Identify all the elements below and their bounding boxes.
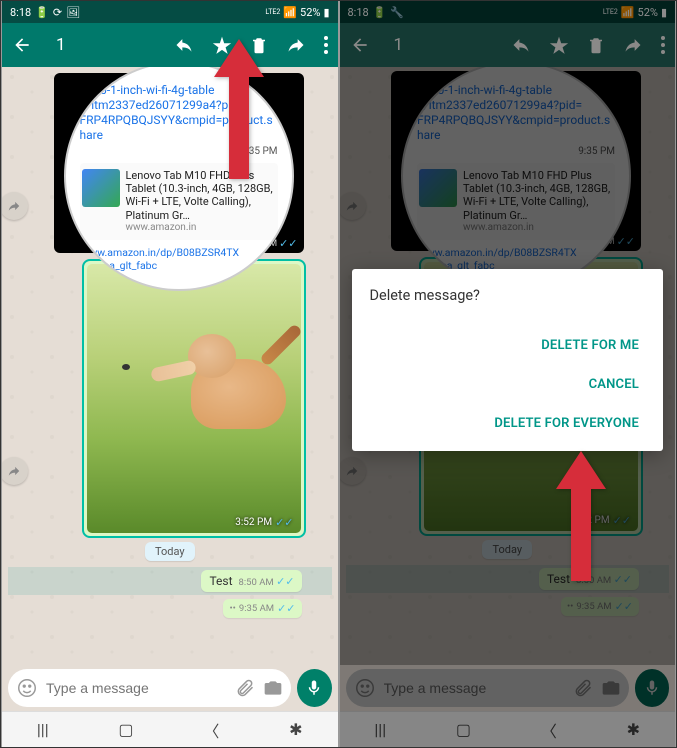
- mini-time: 9:35 AM: [239, 603, 274, 614]
- cancel-button[interactable]: CANCEL: [583, 365, 645, 404]
- photo-content: 3:52 PM ✓✓: [87, 264, 301, 533]
- battery-icon: ▮: [323, 6, 329, 19]
- tutorial-arrow-delete-everyone: [556, 451, 616, 585]
- delete-dialog: Delete message? DELETE FOR ME CANCEL DEL…: [352, 269, 664, 451]
- share-photo-button[interactable]: [2, 457, 28, 485]
- battery-percent: 52%: [300, 6, 320, 19]
- lte-label: LTE2: [265, 8, 280, 16]
- read-checks-icon: ✓✓: [279, 237, 297, 250]
- back-button[interactable]: 〈: [203, 718, 219, 742]
- photo-time: 3:52 PM: [235, 517, 272, 528]
- preview-domain: www.amazon.in: [126, 222, 276, 234]
- test-message[interactable]: Test 8:50 AM ✓✓: [201, 570, 301, 592]
- status-time: 8:18: [10, 6, 31, 19]
- camera-icon[interactable]: [263, 678, 283, 698]
- photo-message-selected[interactable]: 3:52 PM ✓✓: [84, 261, 304, 536]
- amazon-link-l1: www.amazon.in/dp/B08BZSR4TX: [80, 240, 278, 259]
- selection-count: 1: [56, 35, 66, 55]
- battery-small-icon: 🔋: [35, 6, 49, 19]
- read-checks-icon: ✓✓: [275, 516, 293, 529]
- forward-icon[interactable]: [286, 35, 306, 55]
- attach-icon[interactable]: [235, 678, 255, 698]
- read-checks-icon: ✓✓: [276, 575, 294, 588]
- test-text: Test: [209, 574, 232, 588]
- tutorial-arrow-delete-icon: [214, 39, 274, 183]
- more-icon[interactable]: [324, 36, 328, 54]
- selected-row-highlight: Test 8:50 AM ✓✓: [8, 567, 332, 595]
- collapsed-message[interactable]: •• 9:35 AM ✓✓: [223, 599, 301, 618]
- screenshot-right: 8:18 🔋 🔧 LTE2 📶 52% ▮ 1: [339, 1, 677, 747]
- accessibility-button[interactable]: ✱: [289, 720, 302, 739]
- screenshot-left: 8:18 🔋 ⟳ 🖼 LTE2 📶 52% ▮ 1: [1, 1, 339, 747]
- recents-button[interactable]: |||: [37, 720, 49, 739]
- test-time: 8:50 AM: [239, 577, 274, 588]
- sync-icon: ⟳: [53, 6, 62, 19]
- status-bar: 8:18 🔋 ⟳ 🖼 LTE2 📶 52% ▮: [2, 1, 338, 23]
- reply-icon[interactable]: [174, 35, 194, 55]
- cat-image: [151, 319, 291, 439]
- emoji-icon[interactable]: [16, 677, 38, 699]
- message-input[interactable]: [46, 680, 227, 696]
- signal-icon: 📶: [283, 6, 297, 19]
- preview-thumb: [82, 169, 120, 207]
- mic-button[interactable]: [297, 669, 332, 707]
- bee-detail: [122, 364, 130, 370]
- dialog-title: Delete message?: [370, 287, 646, 304]
- delete-for-everyone-button[interactable]: DELETE FOR EVERYONE: [488, 404, 645, 443]
- back-arrow-icon[interactable]: [12, 35, 32, 55]
- share-message-button[interactable]: [2, 192, 28, 220]
- delete-for-me-button[interactable]: DELETE FOR ME: [535, 326, 645, 365]
- selection-action-bar: 1: [2, 23, 338, 67]
- day-chip: Today: [145, 542, 195, 561]
- message-input-bar: [2, 665, 338, 711]
- home-button[interactable]: ▢: [118, 720, 133, 739]
- chat-area: m-10-1-inch-wi-fi-4g-table p/itm2337ed26…: [2, 67, 338, 665]
- image-icon: 🖼: [66, 6, 80, 19]
- read-checks-icon: ✓✓: [277, 602, 295, 615]
- android-nav-bar: ||| ▢ 〈 ✱: [2, 711, 338, 747]
